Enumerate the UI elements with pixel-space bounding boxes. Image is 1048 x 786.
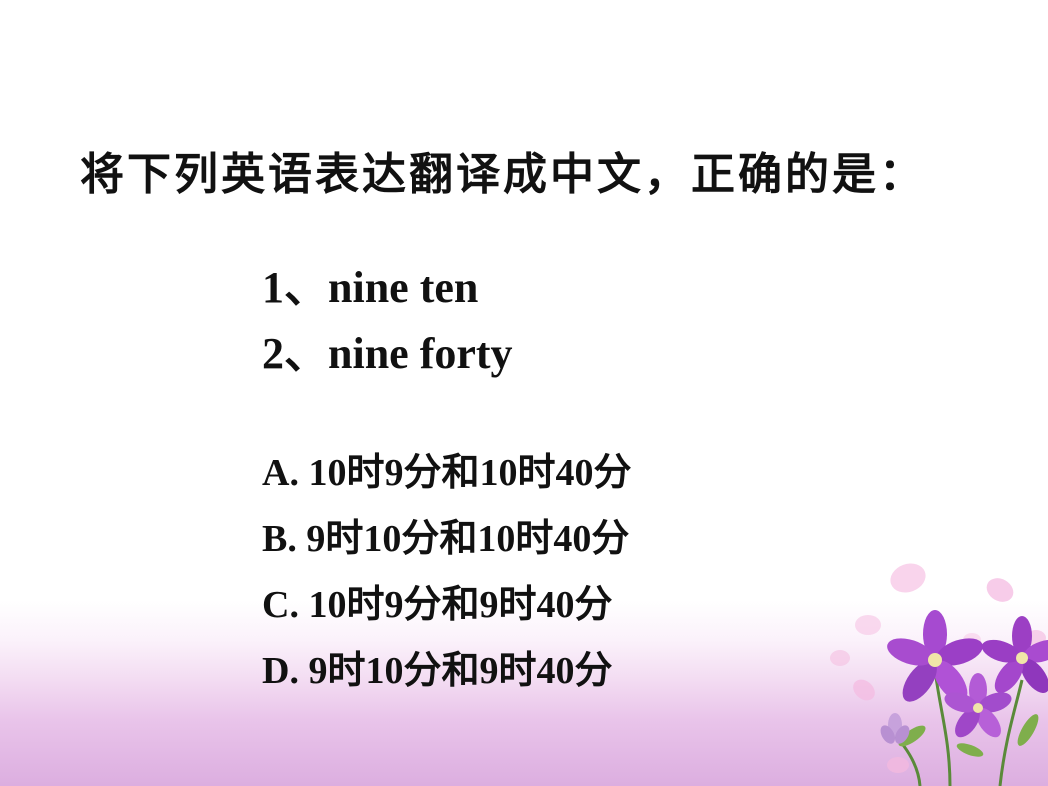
answer-options: A. 10时9分和10时40分 B. 9时10分和10时40分 C. 10时9分… [262, 440, 631, 704]
english-expression-list: 1、nine ten 2、nine forty [262, 255, 513, 387]
option-c[interactable]: C. 10时9分和9时40分 [262, 572, 631, 638]
slide: 将下列英语表达翻译成中文，正确的是： 1、nine ten 2、nine for… [0, 0, 1048, 786]
flower-2-icon [981, 616, 1048, 694]
option-b[interactable]: B. 9时10分和10时40分 [262, 506, 631, 572]
option-a[interactable]: A. 10时9分和10时40分 [262, 440, 631, 506]
option-d[interactable]: D. 9时10分和9时40分 [262, 638, 631, 704]
flower-decoration-icon [830, 563, 1048, 786]
expression-item-1: 1、nine ten [262, 263, 479, 312]
question-title: 将下列英语表达翻译成中文，正确的是： [80, 149, 926, 200]
expression-item-2: 2、nine forty [262, 329, 513, 378]
